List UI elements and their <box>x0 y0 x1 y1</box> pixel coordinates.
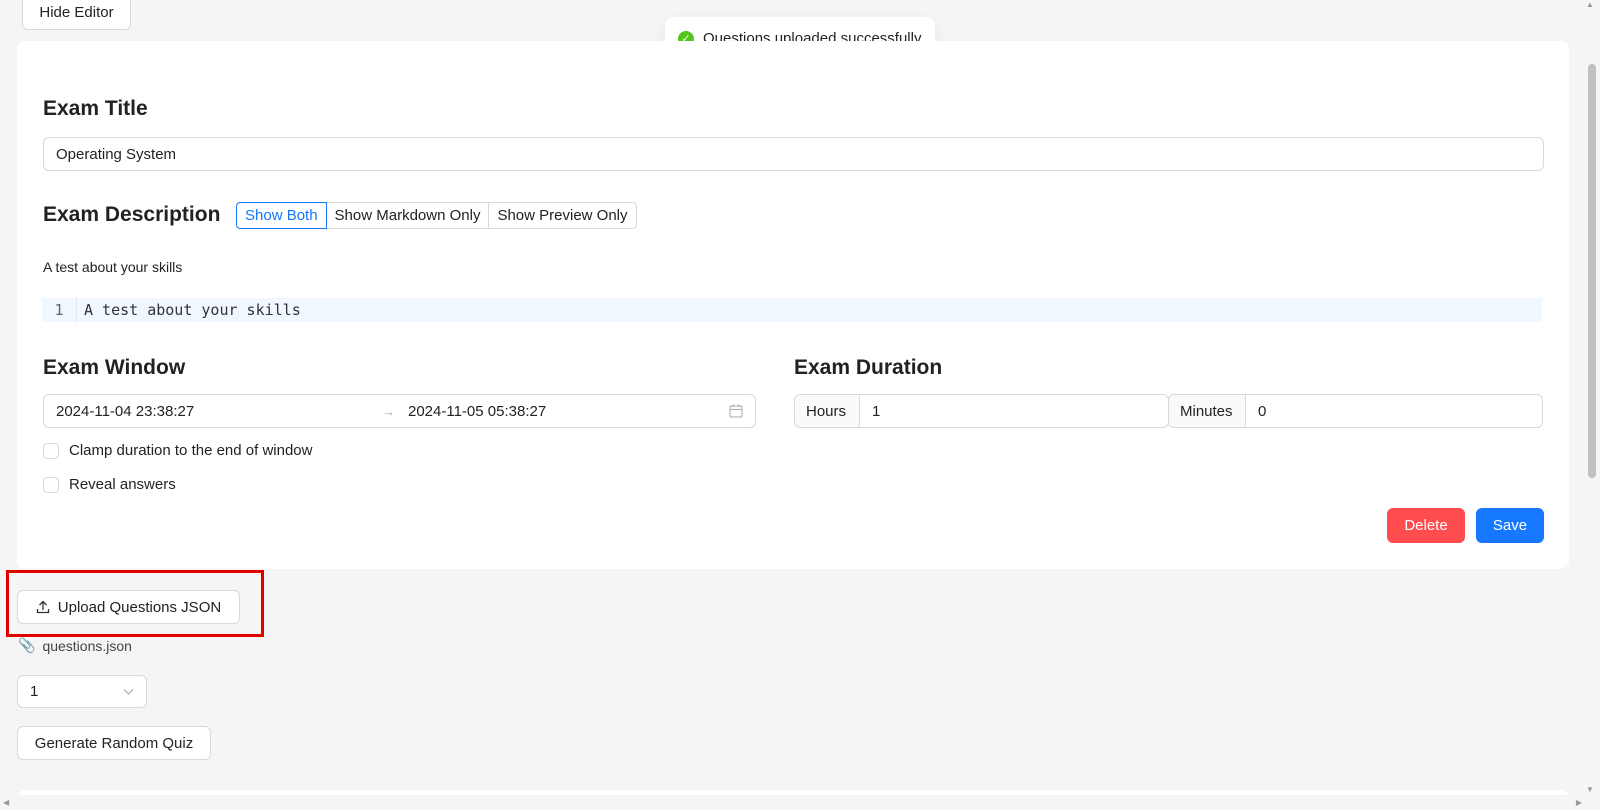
exam-description-heading: Exam Description <box>43 203 221 226</box>
save-button[interactable]: Save <box>1476 508 1544 543</box>
scroll-up-icon[interactable]: ▲ <box>1586 0 1594 9</box>
minutes-value: 0 <box>1258 402 1267 420</box>
clamp-duration-checkbox[interactable] <box>43 443 59 459</box>
editor-line-number: 1 <box>42 298 77 322</box>
paperclip-icon: 📎 <box>18 637 36 653</box>
generate-random-quiz-button[interactable]: Generate Random Quiz <box>17 726 211 760</box>
hours-value: 1 <box>872 402 881 420</box>
upload-icon <box>36 600 49 614</box>
reveal-answers-label: Reveal answers <box>69 476 176 493</box>
editor-line-text: A test about your skills <box>84 301 301 319</box>
view-mode-toggle: Show Both Show Markdown Only Show Previe… <box>236 202 637 229</box>
show-preview-only-button[interactable]: Show Preview Only <box>488 202 637 229</box>
minutes-label: Minutes <box>1168 394 1246 428</box>
exam-title-input[interactable]: Operating System <box>43 137 1544 171</box>
window-end-value[interactable]: 2024-11-05 05:38:27 <box>408 403 546 420</box>
exam-duration-heading: Exam Duration <box>794 356 943 379</box>
upload-questions-button[interactable]: Upload Questions JSON <box>17 590 240 624</box>
scroll-left-icon[interactable]: ◀ <box>3 798 9 807</box>
exam-title-heading: Exam Title <box>43 97 148 120</box>
hours-label: Hours <box>794 394 860 428</box>
arrow-right-icon: → <box>382 403 395 419</box>
uploaded-file-name: questions.json <box>42 637 132 654</box>
uploaded-file-item[interactable]: 📎 questions.json <box>18 637 132 654</box>
exam-window-range-picker[interactable]: 2024-11-04 23:38:27 → 2024-11-05 05:38:2… <box>43 394 756 428</box>
vertical-scrollbar-thumb[interactable] <box>1588 64 1596 478</box>
delete-button[interactable]: Delete <box>1387 508 1465 543</box>
show-both-button[interactable]: Show Both <box>236 202 327 229</box>
chevron-down-icon <box>123 689 134 695</box>
upload-questions-label: Upload Questions JSON <box>57 598 222 616</box>
scroll-right-icon[interactable]: ▶ <box>1576 798 1582 807</box>
show-markdown-only-button[interactable]: Show Markdown Only <box>325 202 490 229</box>
hide-editor-button[interactable]: Hide Editor <box>22 0 131 30</box>
minutes-input[interactable]: 0 <box>1245 394 1543 428</box>
quiz-count-value: 1 <box>30 683 39 700</box>
horizontal-scrollbar[interactable]: ◀ ▶ <box>0 795 1585 810</box>
exam-window-heading: Exam Window <box>43 356 186 379</box>
clamp-duration-label: Clamp duration to the end of window <box>69 442 313 459</box>
scroll-down-icon[interactable]: ▼ <box>1586 785 1594 794</box>
quiz-count-select[interactable]: 1 <box>17 675 147 708</box>
window-start-value[interactable]: 2024-11-04 23:38:27 <box>56 403 194 420</box>
calendar-icon <box>729 404 743 418</box>
description-preview: A test about your skills <box>43 259 183 275</box>
exam-title-value: Operating System <box>56 145 177 163</box>
hours-input[interactable]: 1 <box>859 394 1169 428</box>
reveal-answers-checkbox[interactable] <box>43 477 59 493</box>
markdown-editor[interactable]: 1 A test about your skills <box>42 298 1542 322</box>
vertical-scrollbar[interactable]: ▲ ▼ <box>1585 0 1600 795</box>
